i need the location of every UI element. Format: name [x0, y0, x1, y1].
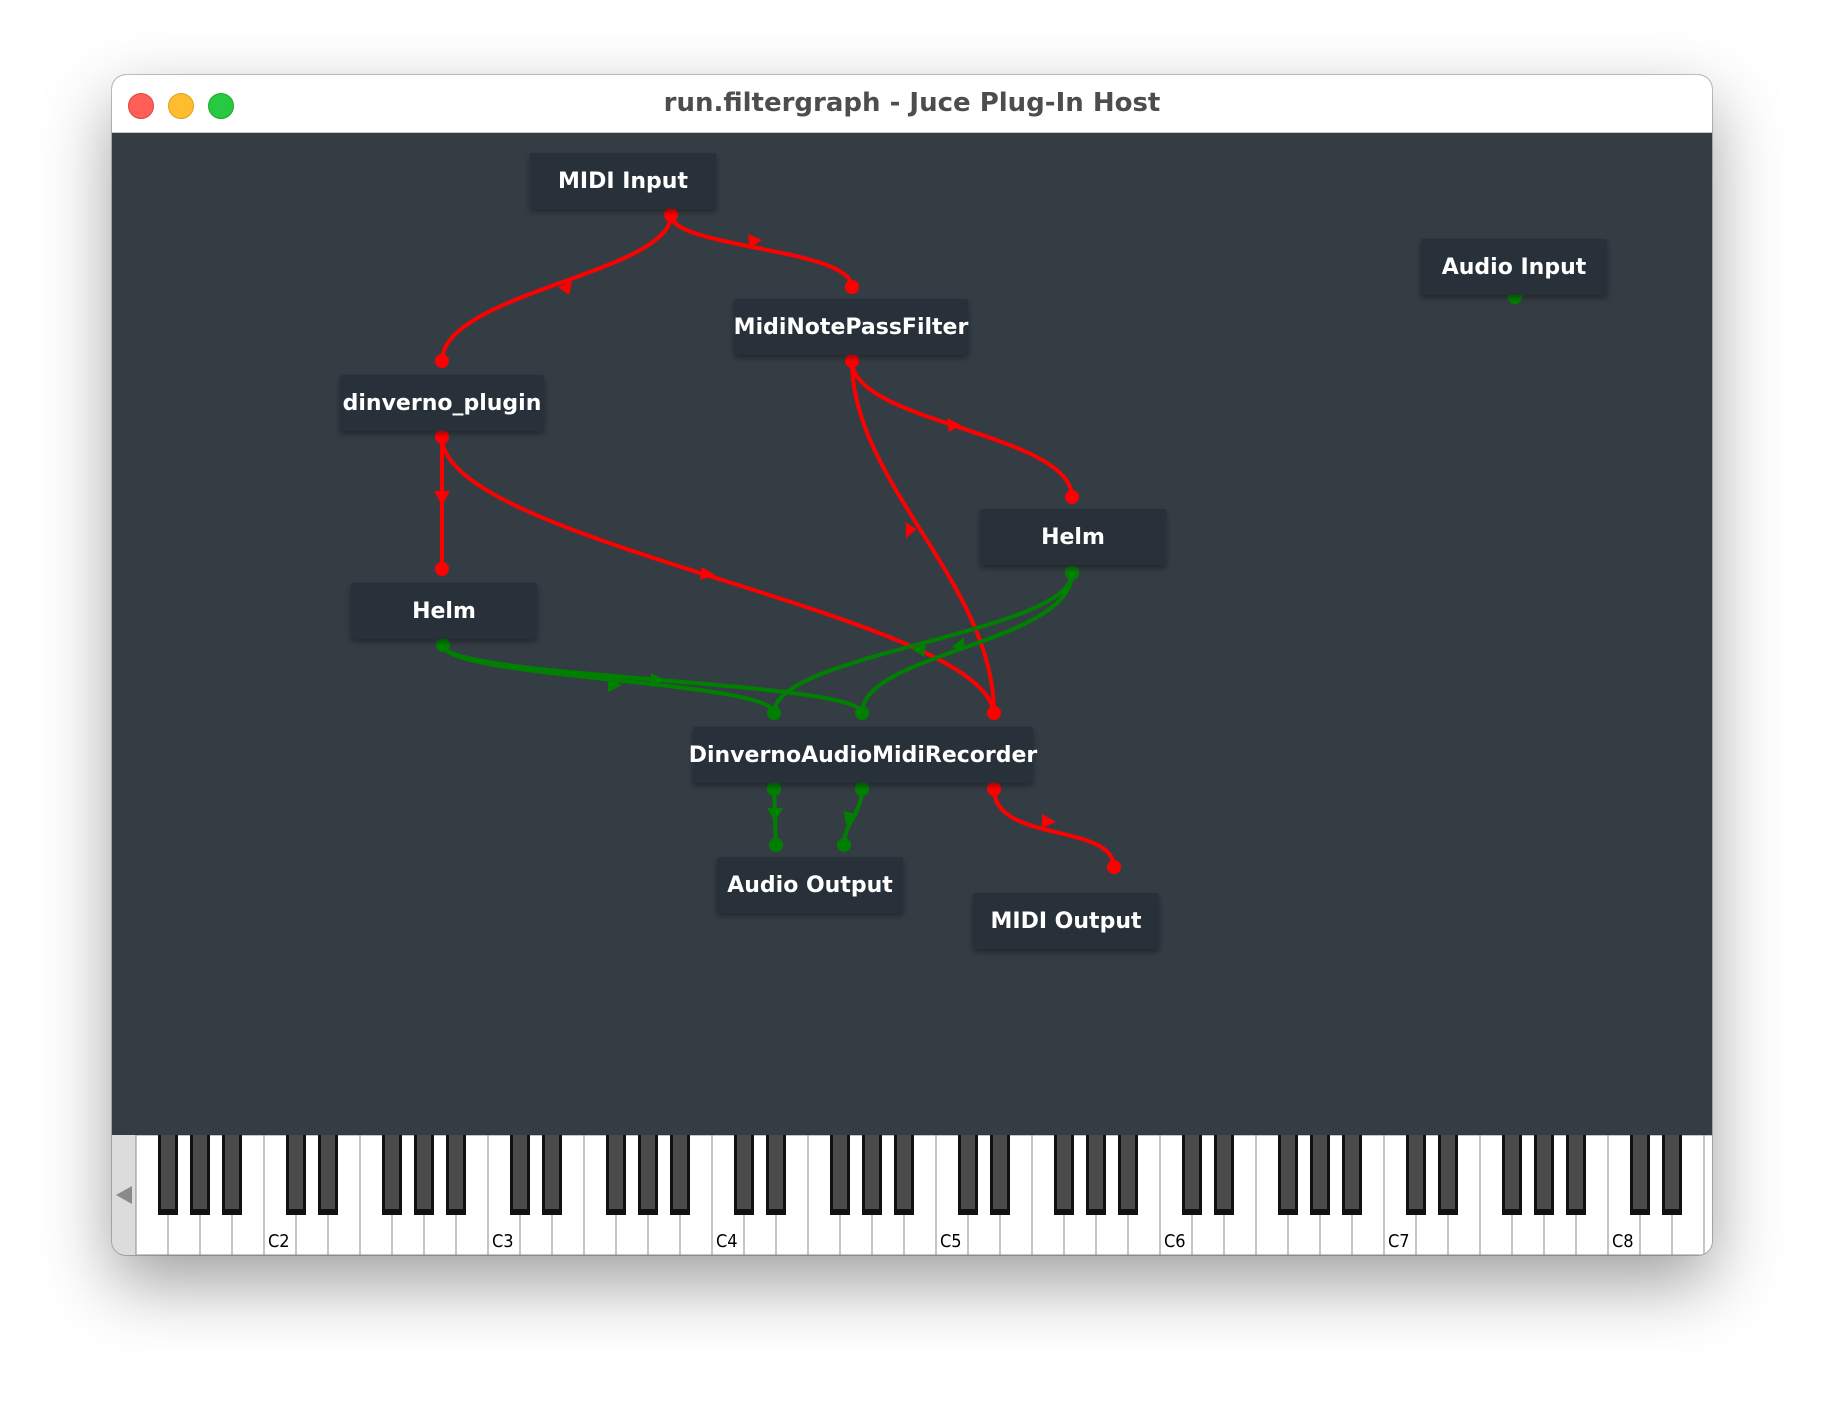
- black-key-face: [609, 1135, 623, 1209]
- black-key-face: [1665, 1135, 1679, 1209]
- black-key-face: [545, 1135, 559, 1209]
- audio-in-pin-recorder-l[interactable]: [767, 706, 781, 720]
- keyboard-keys[interactable]: C2 C3 C4 C5 C6 C7 C8: [112, 1135, 1712, 1255]
- black-key-face: [769, 1135, 783, 1209]
- black-key-face: [1633, 1135, 1647, 1209]
- node-midi-input[interactable]: MIDI Input: [530, 153, 716, 209]
- midi-wire-recorder-to-midi-output[interactable]: [992, 788, 1116, 868]
- black-key-face: [1345, 1135, 1359, 1209]
- window-title: run.filtergraph - Juce Plug-In Host: [663, 88, 1161, 118]
- black-key-face: [1441, 1135, 1455, 1209]
- midi-wire-dinverno-to-recorder[interactable]: [440, 436, 996, 714]
- midi-in-pin-recorder[interactable]: [987, 706, 1001, 720]
- black-key-face: [321, 1135, 335, 1209]
- audio-wire-helm-right-to-recorder-r[interactable]: [860, 572, 1074, 714]
- node-midi-output[interactable]: MIDI Output: [973, 893, 1159, 949]
- black-key-face: [417, 1135, 431, 1209]
- octave-label: C6: [1164, 1231, 1186, 1252]
- midi-out-pin-dinverno[interactable]: [435, 430, 449, 444]
- black-key-face: [449, 1135, 463, 1209]
- midi-wire-input-to-dinverno[interactable]: [440, 214, 673, 362]
- audio-out-pin-helm-left[interactable]: [436, 638, 450, 652]
- black-key-face: [225, 1135, 239, 1209]
- octave-label: C2: [268, 1231, 290, 1252]
- node-audio-input[interactable]: Audio Input: [1421, 239, 1607, 295]
- black-key-face: [673, 1135, 687, 1209]
- black-key-face: [993, 1135, 1007, 1209]
- midi-in-pin-filter[interactable]: [845, 280, 859, 294]
- black-key-face: [513, 1135, 527, 1209]
- audio-in-pin-output-l[interactable]: [769, 838, 783, 852]
- audio-in-pin-recorder-r[interactable]: [855, 706, 869, 720]
- black-key-face: [161, 1135, 175, 1209]
- midi-in-pin-helm-left[interactable]: [435, 562, 449, 576]
- black-key-face: [1217, 1135, 1231, 1209]
- filter-graph-canvas[interactable]: MIDI Input Audio Input MidiNotePassFilte…: [112, 133, 1712, 1135]
- black-key-face: [1089, 1135, 1103, 1209]
- black-key-face: [1409, 1135, 1423, 1209]
- black-key-face: [193, 1135, 207, 1209]
- audio-arrow: [767, 808, 783, 822]
- black-key-face: [1057, 1135, 1071, 1209]
- node-midi-note-pass-filter[interactable]: MidiNotePassFilter: [734, 299, 968, 355]
- app-window: run.filtergraph - Juce Plug-In Host MIDI…: [112, 75, 1712, 1255]
- black-key-face: [1569, 1135, 1583, 1209]
- black-key-face: [833, 1135, 847, 1209]
- midi-out-pin-recorder[interactable]: [987, 782, 1001, 796]
- octave-label: C3: [492, 1231, 514, 1252]
- midi-wire-input-to-filter[interactable]: [669, 214, 854, 288]
- node-helm-right[interactable]: Helm: [980, 509, 1166, 565]
- black-key-face: [737, 1135, 751, 1209]
- midi-arrow: [434, 491, 450, 505]
- node-helm-left[interactable]: Helm: [351, 583, 537, 639]
- black-key-face: [1537, 1135, 1551, 1209]
- midi-in-pin-helm-right[interactable]: [1065, 490, 1079, 504]
- black-key-face: [1121, 1135, 1135, 1209]
- black-key-face: [289, 1135, 303, 1209]
- octave-label: C7: [1388, 1231, 1410, 1252]
- black-key-face: [641, 1135, 655, 1209]
- black-key-face: [1313, 1135, 1327, 1209]
- black-key-face: [385, 1135, 399, 1209]
- black-key-face: [961, 1135, 975, 1209]
- audio-out-pin-recorder-r[interactable]: [855, 782, 869, 796]
- node-dinverno-plugin[interactable]: dinverno_plugin: [340, 375, 544, 431]
- black-key-face: [1185, 1135, 1199, 1209]
- octave-label: C5: [940, 1231, 962, 1252]
- midi-out-pin-midi-input[interactable]: [664, 208, 678, 222]
- midi-out-pin-filter[interactable]: [845, 354, 859, 368]
- node-recorder[interactable]: DinvernoAudioMidiRecorder: [689, 727, 1037, 783]
- midi-in-pin-midi-output[interactable]: [1107, 860, 1121, 874]
- white-key[interactable]: [1703, 1135, 1712, 1255]
- midi-wire-filter-to-helm[interactable]: [850, 360, 1074, 498]
- midi-in-pin-dinverno[interactable]: [435, 354, 449, 368]
- midi-keyboard[interactable]: C2 C3 C4 C5 C6 C7 C8: [112, 1135, 1712, 1255]
- midi-arrow: [1042, 814, 1056, 828]
- midi-arrow: [947, 418, 961, 432]
- audio-out-pin-recorder-l[interactable]: [767, 782, 781, 796]
- black-key-face: [897, 1135, 911, 1209]
- audio-in-pin-output-r[interactable]: [837, 838, 851, 852]
- audio-out-pin-helm-right[interactable]: [1065, 566, 1079, 580]
- octave-label: C8: [1612, 1231, 1634, 1252]
- title-bar[interactable]: run.filtergraph - Juce Plug-In Host: [112, 75, 1712, 133]
- black-key-face: [1281, 1135, 1295, 1209]
- node-audio-output[interactable]: Audio Output: [717, 857, 903, 913]
- octave-label: C4: [716, 1231, 738, 1252]
- black-key-face: [1505, 1135, 1519, 1209]
- audio-arrow: [952, 637, 964, 651]
- audio-wire-helm-right-to-recorder-l[interactable]: [772, 572, 1074, 714]
- black-key-face: [865, 1135, 879, 1209]
